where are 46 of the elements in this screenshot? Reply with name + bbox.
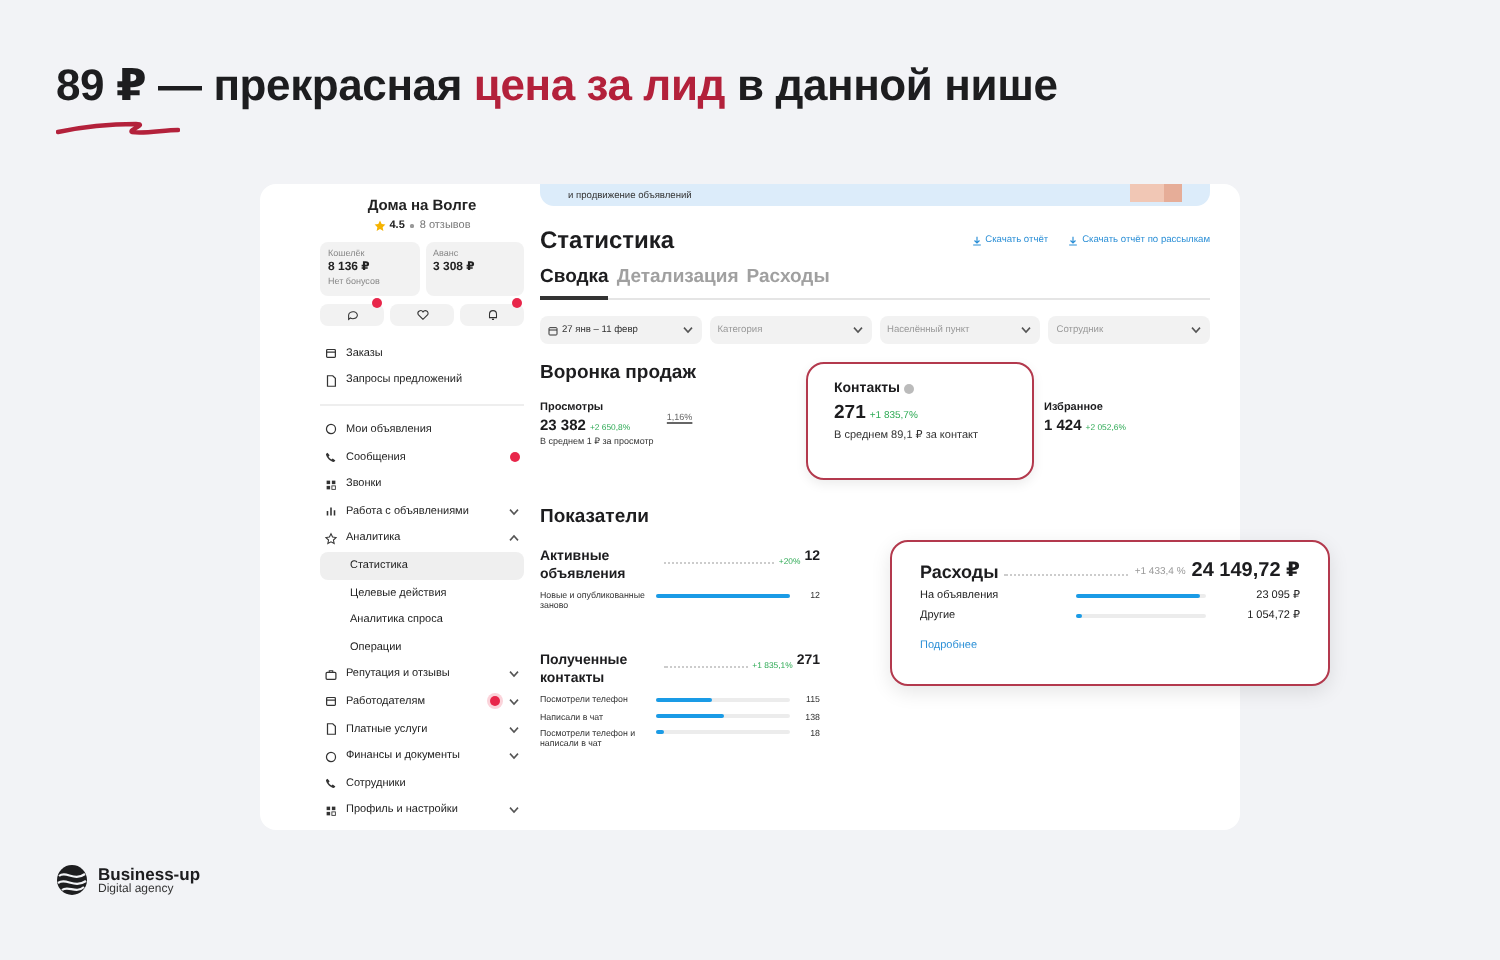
notification-badge bbox=[512, 298, 522, 308]
grid-icon bbox=[324, 477, 338, 492]
icon-button[interactable] bbox=[320, 304, 384, 326]
chevron-icon[interactable] bbox=[681, 326, 694, 334]
box-illustration bbox=[1130, 184, 1182, 202]
chevron-icon[interactable] bbox=[508, 534, 520, 543]
notification-badge bbox=[372, 298, 382, 308]
grid-icon bbox=[324, 803, 338, 818]
star-icon bbox=[373, 220, 386, 232]
stat-value: 271 bbox=[834, 402, 866, 424]
chevron-icon[interactable] bbox=[508, 806, 520, 815]
star-icon bbox=[324, 531, 338, 546]
chevron-icon[interactable] bbox=[508, 507, 520, 516]
card-title: Расходы bbox=[920, 561, 999, 581]
tab[interactable]: Сводка bbox=[540, 262, 609, 300]
info-icon bbox=[904, 384, 915, 394]
striped-globe-icon bbox=[56, 864, 88, 896]
icon-button[interactable] bbox=[390, 304, 454, 326]
phone-icon bbox=[324, 450, 338, 465]
document-icon bbox=[324, 722, 338, 737]
calendar-icon bbox=[548, 325, 558, 335]
chevron-icon[interactable] bbox=[1020, 326, 1033, 334]
download-icon bbox=[971, 235, 982, 245]
headline: 89 ₽ — прекрасная цена за лид в данной нише bbox=[56, 60, 1058, 112]
phone-icon bbox=[324, 776, 338, 791]
chevron-icon[interactable] bbox=[508, 725, 520, 734]
download-icon bbox=[1068, 235, 1079, 245]
underline-scribble bbox=[56, 118, 180, 138]
chevron-icon[interactable] bbox=[508, 752, 520, 761]
bell-icon bbox=[485, 308, 499, 322]
bar-chart-icon bbox=[324, 504, 338, 519]
section-title: Воронка продаж bbox=[540, 362, 698, 384]
box-icon bbox=[324, 346, 338, 361]
document-icon bbox=[324, 373, 338, 388]
brand-name: Business-up bbox=[98, 864, 201, 884]
chevron-icon[interactable] bbox=[508, 697, 520, 706]
chevron-icon[interactable] bbox=[851, 326, 863, 334]
heart-icon bbox=[415, 308, 429, 322]
section-title: Показатели bbox=[540, 506, 651, 528]
box-icon bbox=[324, 694, 338, 709]
page-title: Статистика bbox=[540, 226, 675, 254]
chevron-icon[interactable] bbox=[1190, 326, 1202, 334]
expense-total: 24 149,72 ₽ bbox=[1191, 560, 1300, 582]
icon-button[interactable] bbox=[460, 304, 524, 326]
briefcase-icon bbox=[324, 667, 338, 682]
chevron-icon[interactable] bbox=[508, 670, 520, 679]
